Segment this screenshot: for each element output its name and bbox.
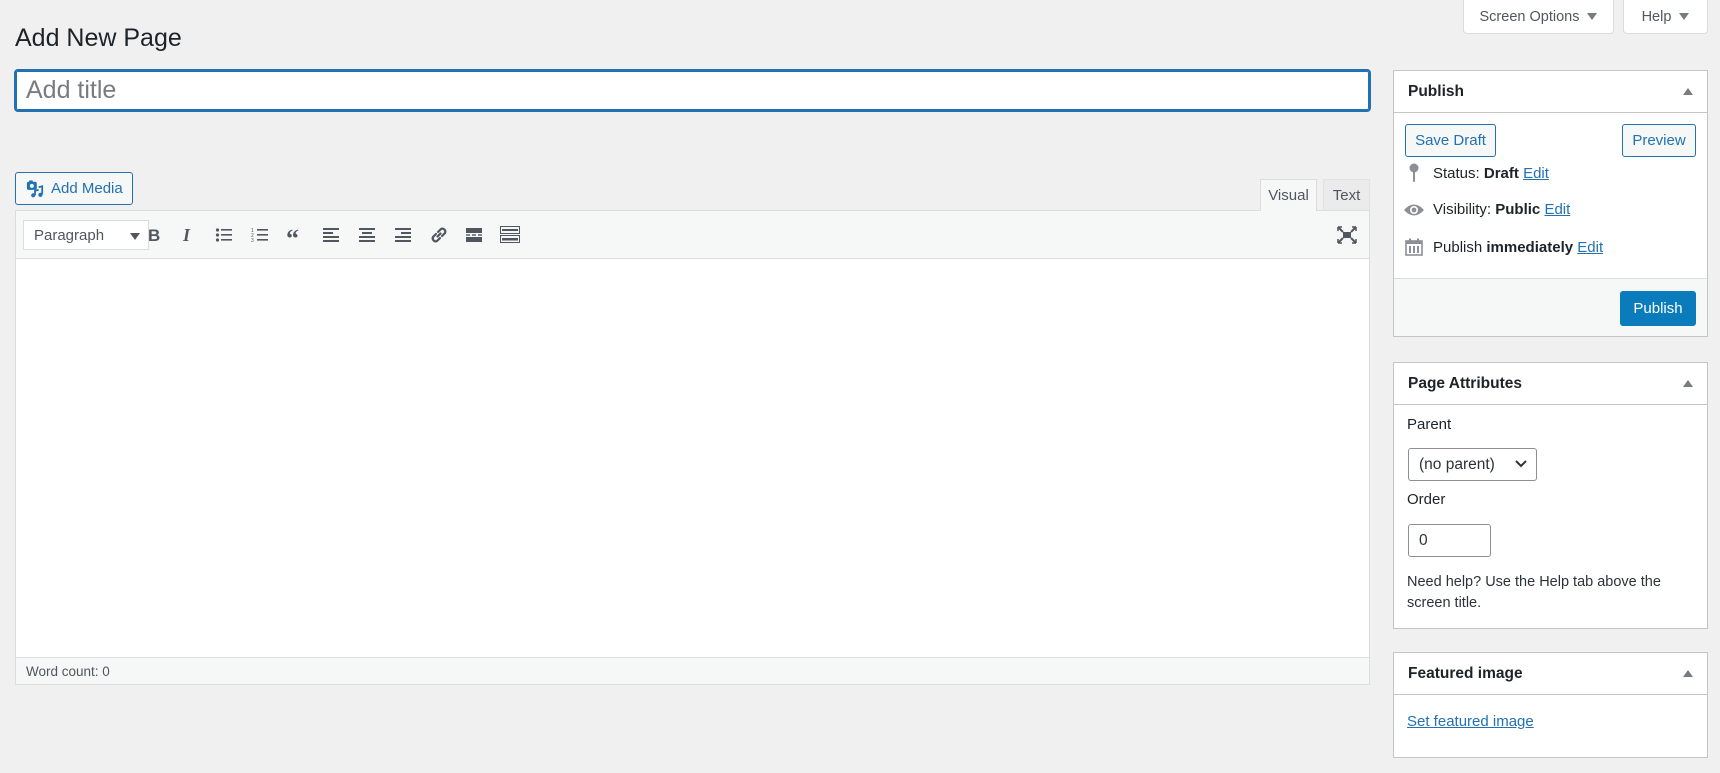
screen-options-label: Screen Options xyxy=(1479,8,1580,25)
parent-select-value: (no parent) xyxy=(1419,455,1495,473)
save-draft-button[interactable]: Save Draft xyxy=(1405,124,1496,157)
visibility-row: Visibility: Public Edit xyxy=(1403,201,1570,218)
svg-text:3: 3 xyxy=(251,238,254,243)
link-button[interactable] xyxy=(424,221,454,249)
help-button[interactable]: Help xyxy=(1623,0,1708,34)
set-featured-image-link[interactable]: Set featured image xyxy=(1407,713,1534,730)
order-input[interactable] xyxy=(1408,524,1491,557)
edit-schedule-link[interactable]: Edit xyxy=(1577,239,1603,256)
toolbar-toggle-icon xyxy=(500,226,520,243)
collapse-toggle-icon[interactable] xyxy=(1683,380,1693,387)
format-select[interactable]: Paragraph xyxy=(23,220,149,250)
tab-text[interactable]: Text xyxy=(1323,179,1370,210)
calendar-icon xyxy=(1403,238,1425,256)
visibility-text: Visibility: Public Edit xyxy=(1433,201,1570,218)
visibility-label: Visibility: xyxy=(1433,201,1492,218)
help-text: Need help? Use the Help tab above the sc… xyxy=(1407,574,1661,611)
schedule-label: Publish xyxy=(1433,238,1483,256)
page-attributes-title: Page Attributes xyxy=(1408,374,1522,392)
edit-visibility-link[interactable]: Edit xyxy=(1544,201,1570,218)
fullscreen-icon xyxy=(1337,226,1357,244)
featured-image-header[interactable]: Featured image xyxy=(1394,653,1707,695)
status-label: Status: xyxy=(1433,164,1480,182)
featured-image-panel: Featured image Set featured image xyxy=(1393,652,1708,758)
bulleted-list-icon xyxy=(215,228,232,242)
publish-panel-title: Publish xyxy=(1408,82,1464,100)
publish-panel-header[interactable]: Publish xyxy=(1394,71,1707,113)
link-icon xyxy=(431,227,447,243)
numbered-list-button[interactable]: 1 2 3 xyxy=(245,221,275,249)
status-row: Status: Draft Edit xyxy=(1403,163,1549,183)
parent-label: Parent xyxy=(1407,416,1452,433)
schedule-value: immediately xyxy=(1486,238,1574,256)
screen-options-button[interactable]: Screen Options xyxy=(1463,0,1614,34)
publish-actions: Publish xyxy=(1394,278,1707,336)
editor-content-area[interactable] xyxy=(16,259,1369,657)
bold-icon: B xyxy=(148,226,160,244)
svg-text:I: I xyxy=(182,226,191,244)
italic-button[interactable]: I xyxy=(173,221,203,249)
featured-image-title: Featured image xyxy=(1408,664,1523,682)
add-media-label: Add Media xyxy=(51,180,123,197)
eye-icon xyxy=(1403,203,1425,217)
fullscreen-button[interactable] xyxy=(1332,221,1362,249)
numbered-list-icon: 1 2 3 xyxy=(251,228,268,243)
tab-visual[interactable]: Visual xyxy=(1260,179,1317,211)
collapse-toggle-icon[interactable] xyxy=(1683,670,1693,677)
collapse-toggle-icon[interactable] xyxy=(1683,88,1693,95)
blockquote-button[interactable]: “ xyxy=(280,221,310,249)
publish-panel: Publish Save Draft Preview Status: Draft… xyxy=(1393,70,1708,337)
read-more-icon xyxy=(466,228,482,242)
pin-icon xyxy=(1403,163,1425,183)
align-right-button[interactable] xyxy=(388,221,418,249)
edit-status-link[interactable]: Edit xyxy=(1523,165,1549,182)
align-left-icon xyxy=(323,228,339,242)
bold-button[interactable]: B xyxy=(139,221,169,249)
preview-button[interactable]: Preview xyxy=(1622,124,1696,157)
format-select-value: Paragraph xyxy=(34,226,105,244)
help-label: Help xyxy=(1641,8,1672,25)
align-left-button[interactable] xyxy=(316,221,346,249)
schedule-row: Publish immediately Edit xyxy=(1403,238,1603,256)
content-editor: Paragraph B I 1 2 3 “ Word count: 0 xyxy=(15,210,1370,685)
status-value: Draft xyxy=(1483,164,1519,182)
page-attributes-header[interactable]: Page Attributes xyxy=(1394,363,1707,405)
caret-down-icon xyxy=(1587,13,1598,20)
editor-toolbar: Paragraph B I 1 2 3 “ xyxy=(16,211,1369,259)
media-icon xyxy=(26,179,44,197)
status-text: Status: Draft Edit xyxy=(1433,165,1549,182)
title-input[interactable] xyxy=(14,69,1371,112)
add-media-button[interactable]: Add Media xyxy=(15,172,133,205)
schedule-text: Publish immediately Edit xyxy=(1433,239,1603,256)
order-label: Order xyxy=(1407,491,1446,508)
align-center-button[interactable] xyxy=(352,221,382,249)
publish-button[interactable]: Publish xyxy=(1620,291,1696,326)
page-attributes-panel: Page Attributes Parent (no parent) Order… xyxy=(1393,362,1708,629)
page-title: Add New Page xyxy=(15,24,182,52)
bulleted-list-button[interactable] xyxy=(209,221,239,249)
svg-text:B: B xyxy=(148,226,160,244)
align-right-icon xyxy=(395,228,411,242)
parent-select[interactable]: (no parent) xyxy=(1408,448,1537,481)
align-center-icon xyxy=(359,228,375,242)
toolbar-toggle-button[interactable] xyxy=(495,221,525,249)
blockquote-icon: “ xyxy=(286,227,299,243)
chevron-down-icon xyxy=(1515,460,1527,468)
word-count: Word count: 0 xyxy=(16,657,1369,684)
italic-icon: I xyxy=(182,226,191,244)
read-more-button[interactable] xyxy=(459,221,489,249)
caret-down-icon xyxy=(1679,13,1690,20)
svg-text:“: “ xyxy=(286,227,299,243)
visibility-value: Public xyxy=(1495,201,1541,218)
